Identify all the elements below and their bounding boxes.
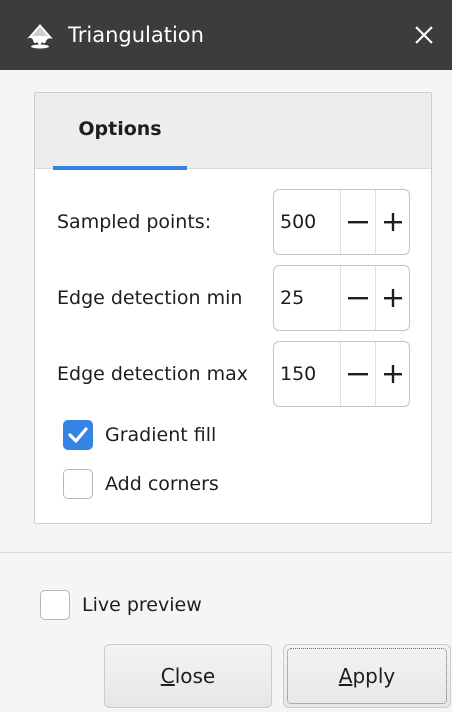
add-corners-checkbox[interactable] bbox=[63, 469, 93, 499]
close-button-label: Close bbox=[161, 664, 216, 688]
triangulation-dialog: Triangulation Options Sampled points: 50… bbox=[0, 0, 452, 712]
sampled-points-increment-button[interactable] bbox=[375, 190, 409, 254]
options-panel: Options Sampled points: 500 Edge detecti… bbox=[34, 92, 432, 524]
edge-detection-max-label: Edge detection max bbox=[57, 363, 249, 385]
edge-detection-min-label: Edge detection min bbox=[57, 287, 243, 309]
edge-detection-max-spinbox[interactable]: 150 bbox=[273, 341, 410, 407]
apply-button[interactable]: Apply bbox=[283, 644, 451, 708]
close-label-rest: lose bbox=[174, 664, 216, 688]
minus-icon bbox=[348, 297, 368, 300]
edge-detection-min-decrement-button[interactable] bbox=[340, 266, 375, 330]
tab-options[interactable]: Options bbox=[53, 93, 187, 170]
tab-options-label: Options bbox=[78, 118, 162, 140]
apply-button-label: Apply bbox=[339, 664, 395, 688]
live-preview-checkbox[interactable] bbox=[40, 590, 70, 620]
apply-mnemonic: A bbox=[338, 664, 353, 688]
gradient-fill-label: Gradient fill bbox=[105, 424, 217, 446]
edge-detection-min-spinbox[interactable]: 25 bbox=[273, 265, 410, 331]
tab-active-indicator bbox=[53, 166, 187, 170]
sampled-points-spinbox[interactable]: 500 bbox=[273, 189, 410, 255]
plus-icon bbox=[384, 289, 402, 307]
apply-label-rest: pply bbox=[352, 664, 396, 688]
plus-icon bbox=[384, 213, 402, 231]
sampled-points-decrement-button[interactable] bbox=[340, 190, 375, 254]
tab-bar: Options bbox=[35, 93, 431, 170]
add-corners-label: Add corners bbox=[105, 473, 219, 495]
live-preview-label: Live preview bbox=[82, 594, 202, 616]
minus-icon bbox=[348, 221, 368, 224]
inkscape-logo-icon bbox=[27, 24, 53, 49]
plus-icon bbox=[384, 365, 402, 383]
checkmark-icon bbox=[68, 427, 88, 443]
edge-detection-max-decrement-button[interactable] bbox=[340, 342, 375, 406]
sampled-points-label: Sampled points: bbox=[57, 211, 212, 233]
edge-detection-max-value[interactable]: 150 bbox=[280, 360, 316, 388]
footer-separator bbox=[0, 552, 452, 553]
edge-detection-min-value[interactable]: 25 bbox=[280, 284, 304, 312]
close-button[interactable]: Close bbox=[104, 644, 272, 708]
window-title: Triangulation bbox=[68, 23, 204, 47]
gradient-fill-checkbox[interactable] bbox=[63, 420, 93, 450]
edge-detection-max-increment-button[interactable] bbox=[375, 342, 409, 406]
sampled-points-value[interactable]: 500 bbox=[280, 208, 316, 236]
minus-icon bbox=[348, 373, 368, 376]
title-bar: Triangulation bbox=[0, 0, 452, 70]
close-mnemonic: C bbox=[160, 664, 175, 688]
close-icon[interactable] bbox=[410, 21, 438, 49]
edge-detection-min-increment-button[interactable] bbox=[375, 266, 409, 330]
